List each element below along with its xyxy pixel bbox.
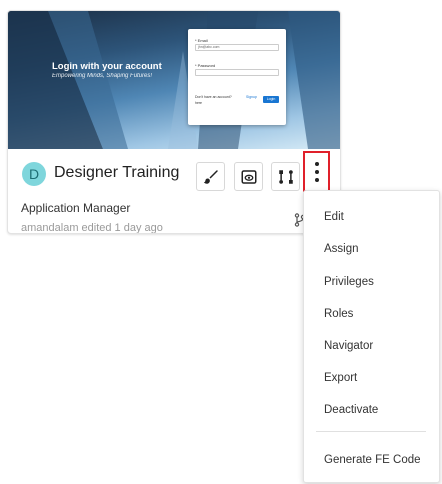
menu-item-export[interactable]: Export — [324, 372, 357, 384]
thumbnail-email-field: jhn@abc.com — [195, 44, 279, 51]
thumbnail-password-field — [195, 69, 279, 76]
menu-item-roles[interactable]: Roles — [324, 308, 353, 320]
thumbnail-password-label: * Password — [195, 63, 216, 68]
thumbnail-signup-text: Don't have an account? — [195, 95, 232, 99]
thumbnail-signup-link: Signup — [246, 95, 257, 99]
app-thumbnail[interactable]: Login with your account Empowering Minds… — [8, 11, 340, 149]
thumbnail-email-label: * Email — [195, 38, 208, 43]
workflow-icon — [278, 169, 293, 184]
thumbnail-signup-link2: here — [195, 101, 203, 105]
card-edit-meta: amandalam edited 1 day ago — [21, 222, 163, 234]
card-title[interactable]: Designer Training — [54, 164, 179, 182]
menu-divider — [316, 431, 426, 432]
thumbnail-login-title: Login with your account — [52, 61, 162, 72]
design-button[interactable] — [196, 162, 225, 191]
context-menu: Edit Assign Privileges Roles Navigator E… — [303, 190, 440, 483]
thumbnail-login-form: * Email jhn@abc.com * Password Don't hav… — [188, 29, 286, 125]
more-vertical-icon — [314, 161, 319, 182]
skyscraper-background — [8, 11, 340, 149]
menu-item-edit[interactable]: Edit — [324, 211, 344, 223]
menu-item-generate-fe-code[interactable]: Generate FE Code — [324, 454, 421, 466]
menu-item-navigator[interactable]: Navigator — [324, 340, 373, 352]
more-options-button[interactable] — [303, 151, 330, 192]
preview-button[interactable] — [234, 162, 263, 191]
thumbnail-login-button: Login — [263, 96, 279, 103]
menu-item-privileges[interactable]: Privileges — [324, 276, 374, 288]
preview-icon — [241, 169, 256, 184]
thumbnail-login-caption: Login with your account Empowering Minds… — [52, 61, 162, 79]
card-subtitle: Application Manager — [21, 201, 131, 215]
thumbnail-login-subtitle: Empowering Minds, Shaping Futures! — [52, 73, 153, 79]
app-card[interactable]: Login with your account Empowering Minds… — [7, 10, 341, 234]
menu-item-deactivate[interactable]: Deactivate — [324, 404, 378, 416]
avatar: D — [22, 162, 46, 186]
menu-item-assign[interactable]: Assign — [324, 243, 359, 255]
paintbrush-icon — [203, 169, 218, 184]
workflow-button[interactable] — [271, 162, 300, 191]
